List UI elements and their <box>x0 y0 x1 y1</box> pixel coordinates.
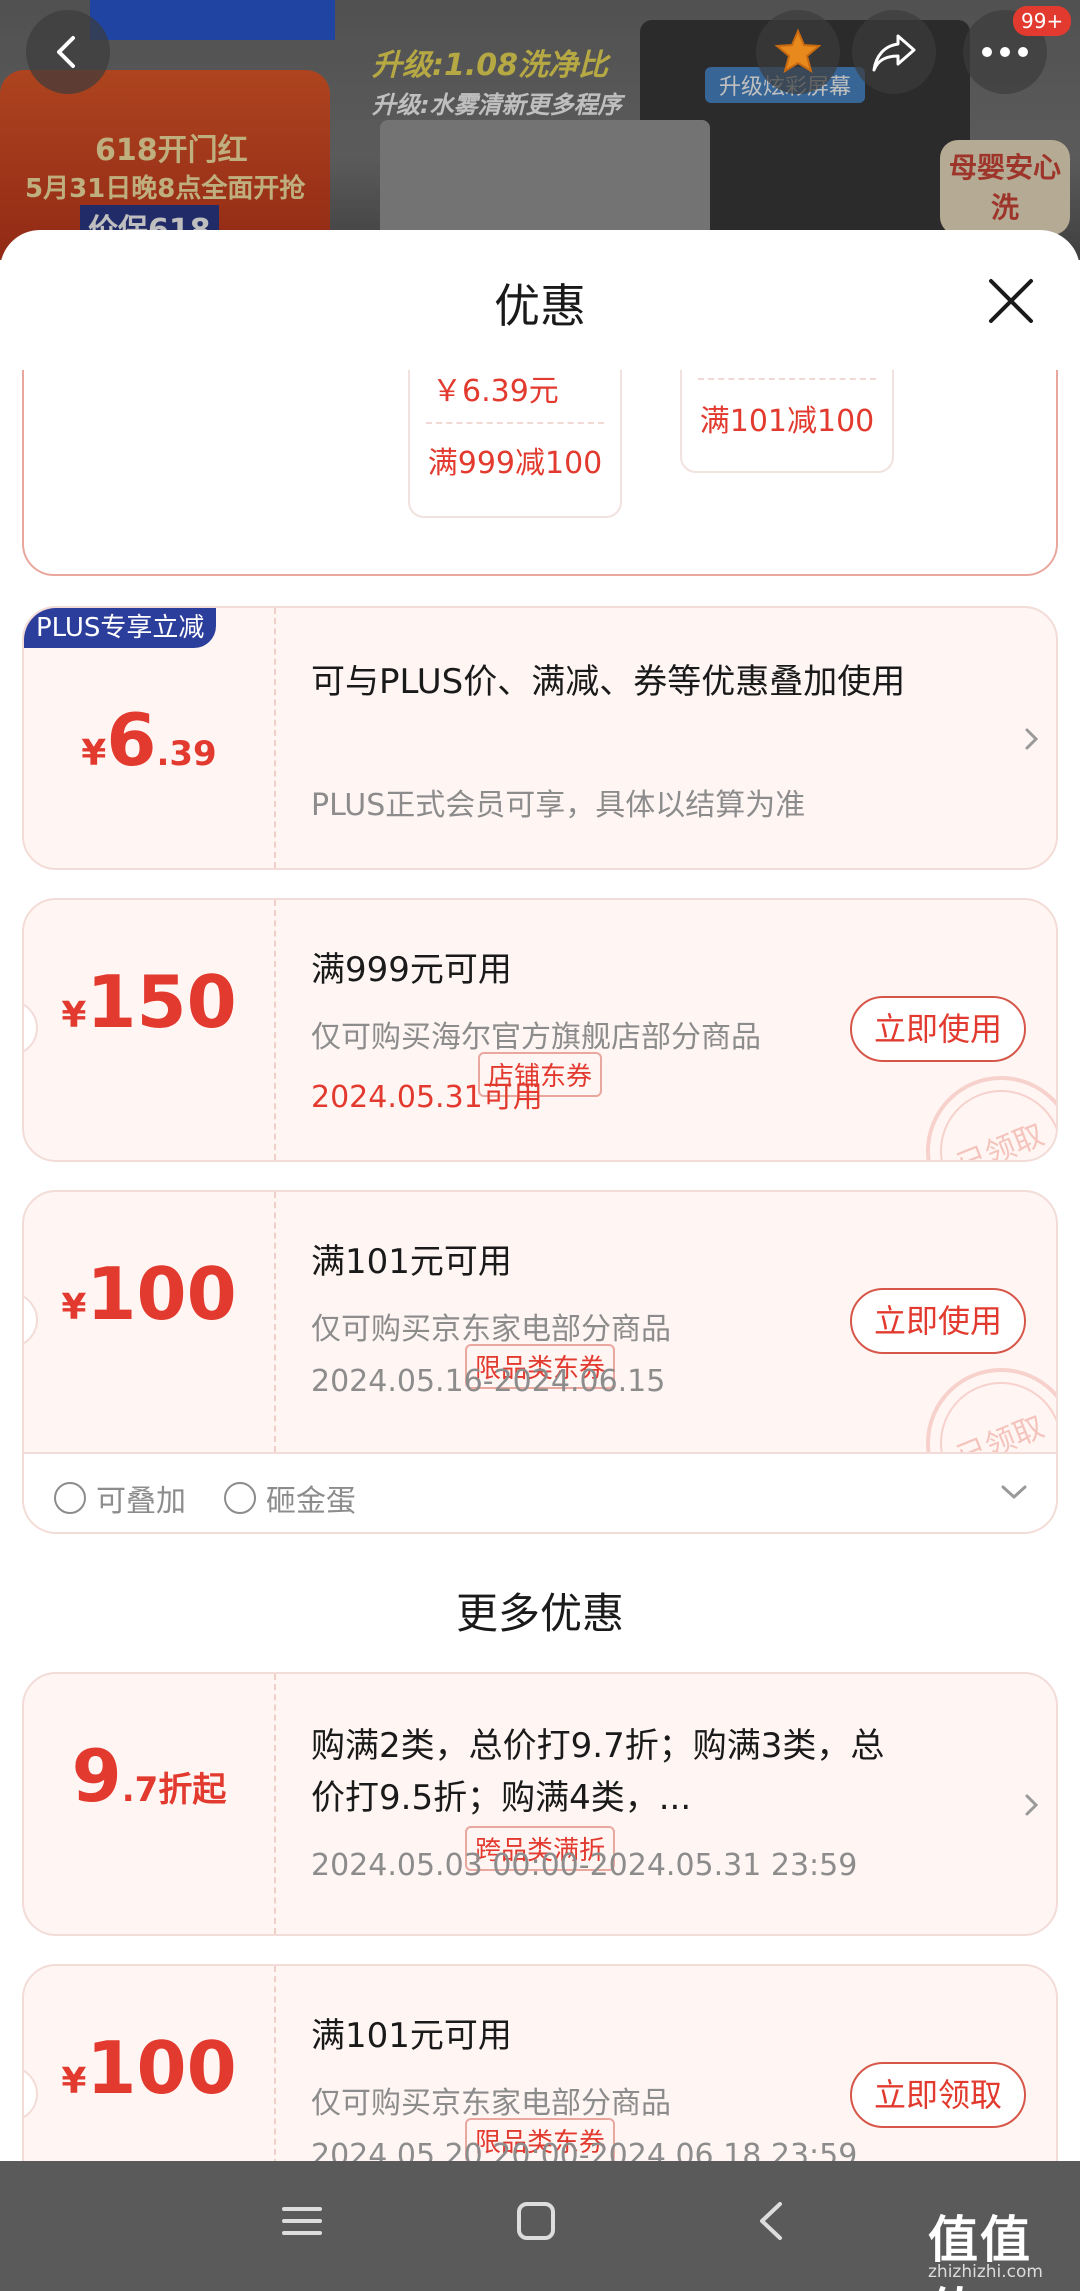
discount-description: 购满2类，总价打9.7折；购满3类，总价打9.5折；购满4类，... <box>311 1726 885 1818</box>
claimed-stamp: 已领取 <box>903 1053 1056 1160</box>
more-discounts-title: 更多优惠 <box>455 1589 624 1638</box>
stack-icon <box>54 1482 86 1514</box>
dashed-divider <box>274 1674 276 1934</box>
message-count-badge: 99+ <box>1013 6 1072 36</box>
breakdown-item: ￥6.39元 满999减100 <box>408 370 622 518</box>
discount-amount: ¥6.39 <box>81 698 217 782</box>
dashed-divider <box>426 422 604 424</box>
coupon-amount: ¥100 <box>61 2026 237 2110</box>
watermark-url: zhizhizhi.com <box>928 2262 1043 2282</box>
golden-egg-info: 砸金蛋 <box>224 1476 356 1520</box>
star-icon <box>774 28 822 74</box>
chevron-right-icon <box>1025 1794 1039 1816</box>
price-breakdown-card: ￥6.39元 满999减100 满101减100 <box>22 370 1058 576</box>
plus-note: PLUS正式会员可享，具体以结算为准 <box>311 788 806 823</box>
back-nav-icon[interactable] <box>752 2201 792 2241</box>
coupon-card: ¥100 限品类东券 满101元可用 仅可购买京东家电部分商品 2024.05.… <box>22 1190 1058 1454</box>
use-now-button[interactable]: 立即使用 <box>850 1288 1026 1354</box>
back-button[interactable] <box>26 10 110 94</box>
coupon-condition: 满101元可用 <box>311 1242 512 1282</box>
coupon-condition: 满101元可用 <box>311 2016 512 2056</box>
use-now-button[interactable]: 立即使用 <box>850 996 1026 1062</box>
share-icon <box>872 34 916 72</box>
coupon-scope: 仅可购买海尔官方旗舰店部分商品 <box>311 1020 761 1055</box>
chevron-left-icon <box>57 36 75 68</box>
plus-discount-card[interactable]: PLUS专享立减 ¥6.39 可与PLUS价、满减、券等优惠叠加使用 PLUS正… <box>22 606 1058 870</box>
discount-sheet: 优惠 ￥6.39元 满999减100 满101减100 PLUS专享立减 ¥6.… <box>0 230 1080 2161</box>
dashed-divider <box>698 378 876 380</box>
breakdown-item: 满101减100 <box>680 370 894 473</box>
coupon-card: ¥100 限品类东券 满101元可用 仅可购买京东家电部分商品 2024.05.… <box>22 1964 1058 2161</box>
breakdown-condition: 满999减100 <box>427 446 603 481</box>
share-button[interactable] <box>852 10 936 94</box>
breakdown-price: ￥6.39元 <box>432 374 559 409</box>
dashed-divider <box>274 1966 276 2161</box>
system-nav-bar <box>0 2161 1080 2291</box>
coupon-validity: 2024.05.20 20:00-2024.06.18 23:59 <box>311 2138 858 2161</box>
discount-list[interactable]: ￥6.39元 满999减100 满101减100 PLUS专享立减 ¥6.39 … <box>0 370 1080 2161</box>
chevron-right-icon <box>1025 728 1039 750</box>
dashed-divider <box>274 608 276 868</box>
plus-description: 可与PLUS价、满减、券等优惠叠加使用 <box>311 662 906 702</box>
favorite-button[interactable] <box>756 10 840 94</box>
sheet-title: 优惠 <box>494 279 586 333</box>
claimed-stamp: 已领取 <box>903 1345 1056 1452</box>
coupon-amount: ¥150 <box>61 960 237 1044</box>
coupon-amount: ¥100 <box>61 1252 237 1336</box>
plus-badge: PLUS专享立减 <box>24 608 217 648</box>
coupon-condition: 满999元可用 <box>311 950 512 990</box>
home-icon[interactable] <box>516 2201 556 2241</box>
dashed-divider <box>274 1192 276 1452</box>
breakdown-condition: 满101减100 <box>699 404 875 439</box>
claim-now-button[interactable]: 立即领取 <box>850 2062 1026 2128</box>
cross-category-discount-card[interactable]: 9.7折起 跨品类满折 购满2类，总价打9.7折；购满3类，总价打9.5折；购满… <box>22 1672 1058 1936</box>
discount-rate: 9.7折起 <box>71 1734 227 1818</box>
coupon-scope: 仅可购买京东家电部分商品 <box>311 1312 671 1347</box>
discount-validity: 2024.05.03 00:00-2024.05.31 23:59 <box>311 1848 858 1883</box>
dashed-divider <box>274 900 276 1160</box>
stackable-info: 可叠加 <box>54 1476 186 1520</box>
coupon-group-footer[interactable]: 可叠加 砸金蛋 <box>22 1454 1058 1534</box>
menu-icon[interactable] <box>282 2201 322 2241</box>
more-dots-icon <box>982 47 1028 57</box>
chevron-down-icon[interactable] <box>999 1482 1029 1502</box>
close-icon[interactable] <box>985 275 1037 327</box>
egg-icon <box>224 1482 256 1514</box>
coupon-validity: 2024.05.16-2024.06.15 <box>311 1364 666 1399</box>
coupon-scope: 仅可购买京东家电部分商品 <box>311 2086 671 2121</box>
coupon-validity: 2024.05.31可用 <box>311 1080 543 1115</box>
coupon-card: ¥150 店铺东券 满999元可用 仅可购买海尔官方旗舰店部分商品 2024.0… <box>22 898 1058 1162</box>
